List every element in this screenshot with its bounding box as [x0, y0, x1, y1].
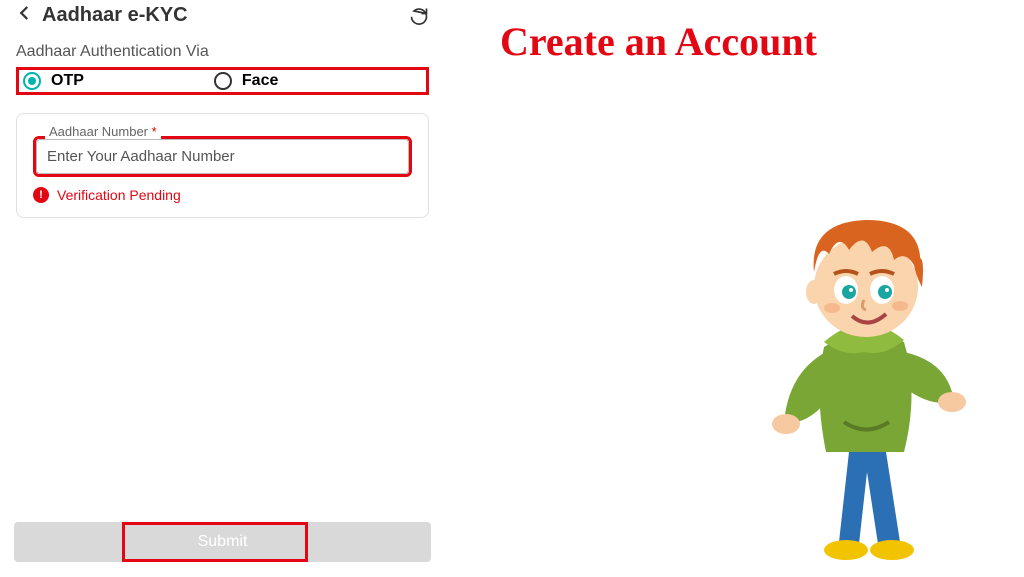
radio-icon: [23, 72, 41, 90]
cartoon-boy-illustration: [754, 192, 974, 572]
radio-label: OTP: [51, 72, 84, 90]
aadhaar-field-card: Aadhaar Number * Enter Your Aadhaar Numb…: [16, 113, 429, 218]
alert-icon: !: [33, 187, 49, 203]
radio-label: Face: [242, 72, 278, 90]
page-title: Aadhaar e-KYC: [42, 4, 188, 27]
submit-label: Submit: [198, 533, 248, 551]
radio-option-face[interactable]: Face: [214, 72, 278, 90]
ekyc-panel: Aadhaar e-KYC Aadhaar Authentication Via…: [0, 0, 445, 576]
refresh-icon[interactable]: [409, 6, 429, 26]
field-legend: Aadhaar Number *: [45, 124, 161, 139]
promo-heading: Create an Account: [500, 18, 817, 65]
radio-icon: [214, 72, 232, 90]
aadhaar-input[interactable]: Enter Your Aadhaar Number: [36, 139, 409, 174]
radio-option-otp[interactable]: OTP: [23, 72, 84, 90]
aadhaar-input-highlight: Enter Your Aadhaar Number: [33, 136, 412, 177]
verification-text: Verification Pending: [57, 187, 181, 203]
auth-section-label: Aadhaar Authentication Via: [16, 43, 445, 61]
back-icon[interactable]: [16, 4, 34, 27]
verification-status: ! Verification Pending: [33, 187, 412, 203]
submit-button[interactable]: Submit: [14, 522, 431, 562]
auth-radio-group: OTP Face: [16, 67, 429, 95]
header: Aadhaar e-KYC: [0, 0, 445, 31]
